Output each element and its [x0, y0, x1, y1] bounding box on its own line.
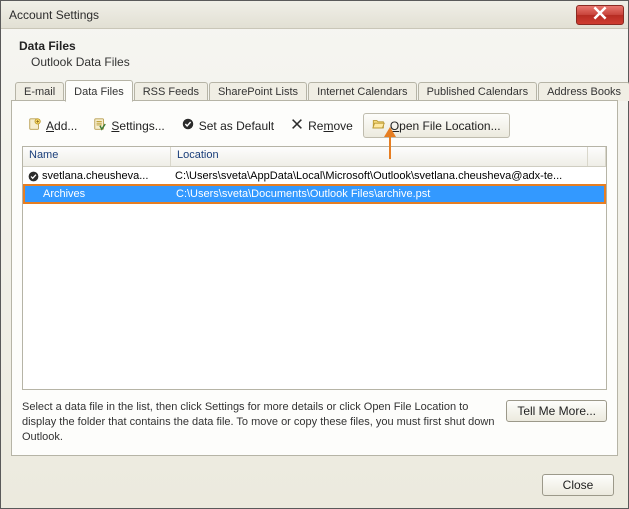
cell-name: Archives: [24, 187, 172, 201]
settings-icon: [93, 117, 107, 134]
tab-address-books[interactable]: Address Books: [538, 82, 629, 101]
folder-open-icon: [372, 117, 386, 134]
footer-area: Select a data file in the list, then cli…: [22, 400, 607, 445]
tab-email[interactable]: E-mail: [15, 82, 64, 101]
titlebar: Account Settings: [1, 1, 628, 29]
default-check-icon: [181, 117, 195, 134]
cell-name: svetlana.cheusheva...: [23, 169, 171, 184]
cell-location: C:\Users\sveta\Documents\Outlook Files\a…: [172, 187, 605, 201]
header-title: Data Files: [19, 39, 610, 53]
tab-panel: E-mail Data Files RSS Feeds SharePoint L…: [11, 77, 618, 456]
remove-icon: [290, 117, 304, 134]
set-default-button[interactable]: Set as Default: [175, 114, 280, 137]
tab-data-files[interactable]: Data Files: [65, 80, 133, 102]
cell-location: C:\Users\sveta\AppData\Local\Microsoft\O…: [171, 169, 606, 183]
add-icon: [28, 117, 42, 134]
dialog-header: Data Files Outlook Data Files: [1, 29, 628, 77]
tab-published-calendars[interactable]: Published Calendars: [418, 82, 538, 101]
column-location[interactable]: Location: [171, 147, 588, 166]
open-file-location-button[interactable]: Open File Location...: [363, 113, 510, 138]
window-close-button[interactable]: [576, 5, 624, 25]
column-spacer: [588, 147, 606, 166]
settings-button[interactable]: Settings...: [87, 114, 170, 137]
list-header: Name Location: [23, 147, 606, 167]
tab-rss-feeds[interactable]: RSS Feeds: [134, 82, 208, 101]
tab-sharepoint-lists[interactable]: SharePoint Lists: [209, 82, 307, 101]
column-name[interactable]: Name: [23, 147, 171, 166]
header-subtitle: Outlook Data Files: [19, 55, 610, 69]
default-indicator-icon: [27, 170, 40, 183]
remove-button[interactable]: Remove: [284, 114, 359, 137]
list-body: svetlana.cheusheva... C:\Users\sveta\App…: [23, 167, 606, 389]
add-button[interactable]: Add...: [22, 114, 83, 137]
tab-strip: E-mail Data Files RSS Feeds SharePoint L…: [11, 77, 618, 101]
account-settings-window: Account Settings Data Files Outlook Data…: [0, 0, 629, 509]
data-files-list[interactable]: Name Location svetlan: [22, 146, 607, 390]
dialog-footer: Close: [1, 466, 628, 508]
tab-body: Add... Settings...: [11, 101, 618, 456]
toolbar: Add... Settings...: [22, 111, 607, 146]
tell-me-more-button[interactable]: Tell Me More...: [506, 400, 607, 422]
hint-text: Select a data file in the list, then cli…: [22, 400, 498, 445]
window-title: Account Settings: [9, 8, 576, 22]
close-icon: [593, 6, 607, 23]
list-row[interactable]: svetlana.cheusheva... C:\Users\sveta\App…: [23, 167, 606, 185]
close-button[interactable]: Close: [542, 474, 614, 496]
list-row[interactable]: Archives C:\Users\sveta\Documents\Outloo…: [24, 185, 605, 203]
tab-internet-calendars[interactable]: Internet Calendars: [308, 82, 417, 101]
